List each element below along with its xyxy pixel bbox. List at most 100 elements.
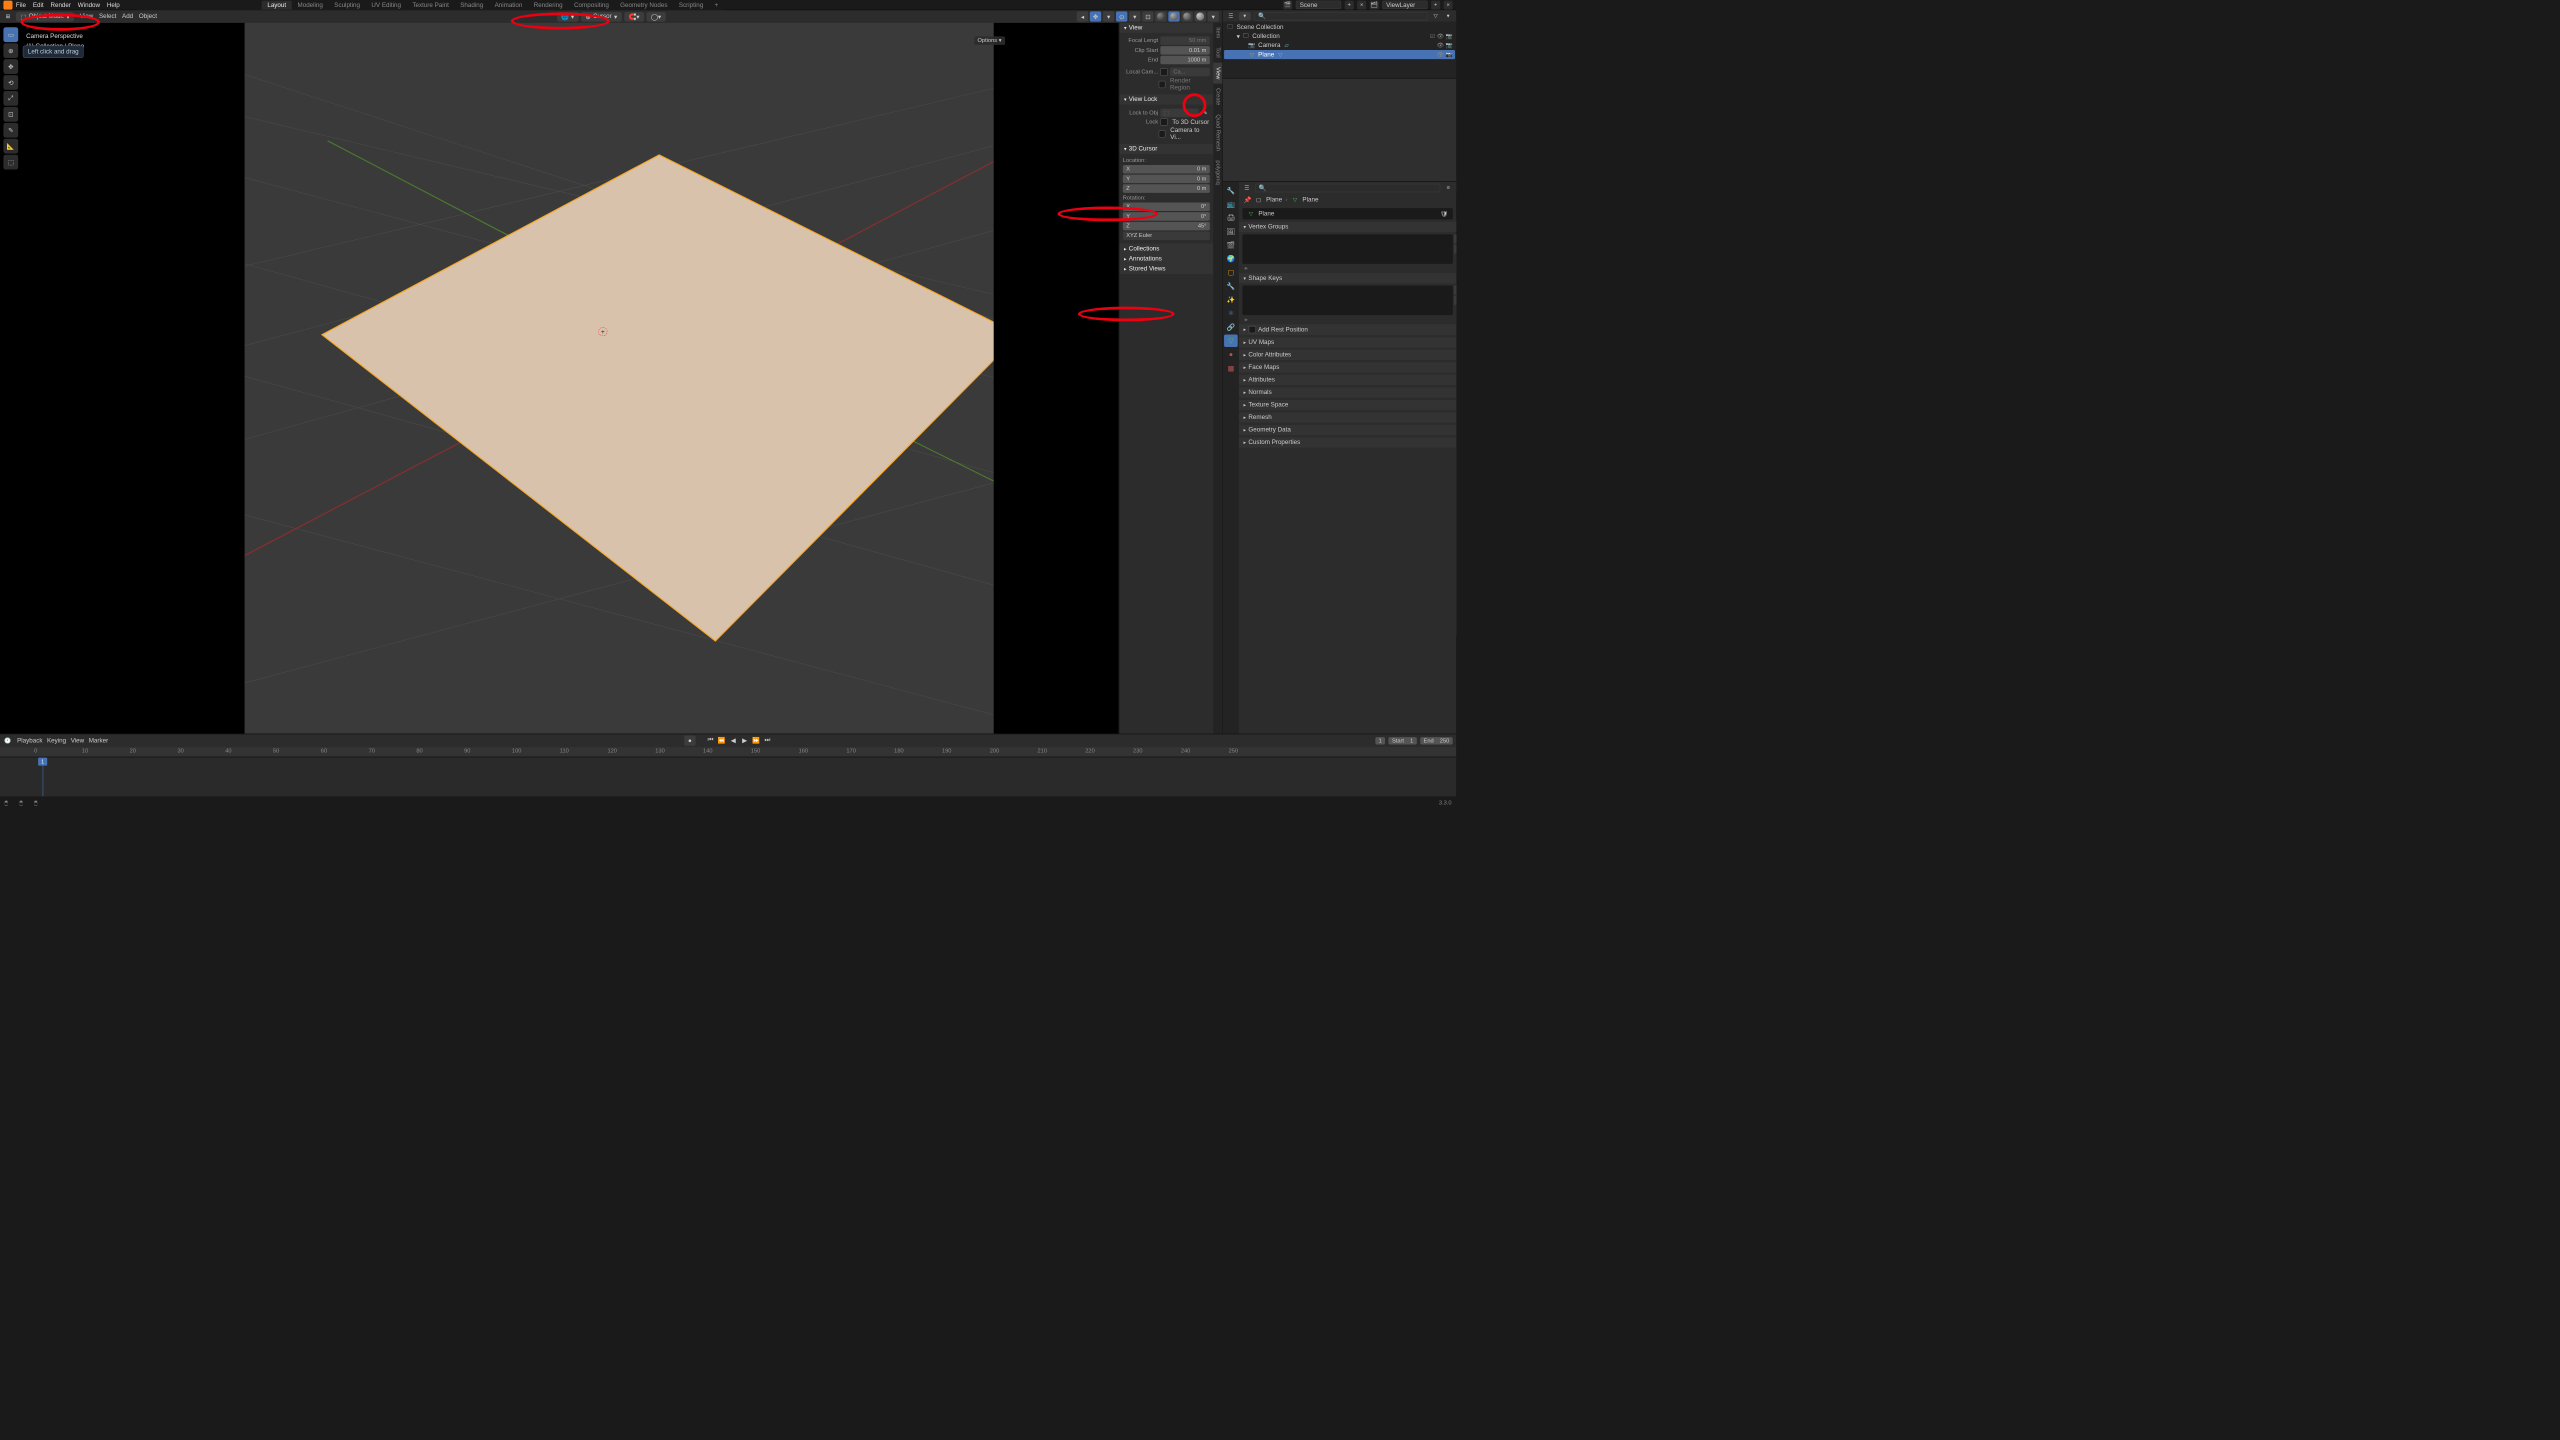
rendered-shading[interactable] [1194,11,1205,21]
xray-toggle[interactable]: ⊡ [1142,11,1153,21]
disable-icon[interactable]: 📷 [1446,33,1453,39]
tree-scene-collection[interactable]: 🗀Scene Collection [1224,23,1455,32]
end-frame-field[interactable]: End 250 [1420,737,1453,744]
proportional-dropdown[interactable]: ◯▾ [646,12,665,22]
vp-menu-add[interactable]: Add [122,13,133,20]
ws-geonodes[interactable]: Geometry Nodes [614,1,673,10]
menu-window[interactable]: Window [78,1,100,8]
tool-measure[interactable]: 📐 [3,139,18,154]
shield-icon[interactable]: 🛡 [1440,210,1448,217]
scene-unlink-icon[interactable]: × [1357,0,1366,9]
cursor-loc-y[interactable]: Y0 m [1123,175,1210,184]
disclosure-icon[interactable]: ▾ [1237,33,1240,40]
hide-icon[interactable]: 👁 [1437,51,1444,57]
ws-shading[interactable]: Shading [455,1,489,10]
proptab-output[interactable]: 🖨 [1224,212,1238,225]
tool-annotate[interactable]: ✎ [3,123,18,138]
overlay-toggle[interactable]: ⊙ [1116,11,1127,21]
ws-compositing[interactable]: Compositing [568,1,614,10]
cursor-loc-x[interactable]: X0 m [1123,165,1210,174]
pivot-dropdown[interactable]: ⊕ Cursor ▾ [581,12,622,22]
remove-icon[interactable]: − [1454,296,1456,305]
ws-layout[interactable]: Layout [262,1,292,10]
collections-panel-header[interactable]: Collections [1119,243,1213,253]
jump-first-icon[interactable]: ⏮ [706,735,715,744]
tree-camera[interactable]: 📷Camera▱👁📷 [1224,41,1455,50]
rotmode-dropdown[interactable]: XYZ Euler [1123,232,1210,241]
proptab-particle[interactable]: ✨ [1224,294,1238,307]
current-frame-field[interactable]: 1 [1375,737,1385,744]
selectability-toggle[interactable]: ◂ [1077,11,1088,21]
ws-scripting[interactable]: Scripting [673,1,709,10]
timeline-ruler[interactable]: 0102030405060708090100110120130140150160… [0,747,1456,757]
properties-options-icon[interactable]: ≡ [1444,183,1453,192]
vp-menu-object[interactable]: Object [139,13,157,20]
cursor-rot-x[interactable]: X0° [1123,202,1210,211]
tool-select-box[interactable]: ▭ [3,27,18,42]
overlay-dropdown[interactable]: ▾ [1129,11,1140,21]
tl-menu-keying[interactable]: Keying [47,737,66,744]
ws-rendering[interactable]: Rendering [528,1,568,10]
orientation-dropdown[interactable]: 🌐 ▾ [557,12,579,22]
proptab-constraint[interactable]: 🔗 [1224,321,1238,334]
proptab-viewlayer[interactable]: 🖼 [1224,225,1238,238]
add-icon[interactable]: + [1454,234,1456,243]
section-normals[interactable]: Normals [1239,387,1456,397]
annotations-panel-header[interactable]: Annotations [1119,254,1213,264]
section-uvmaps[interactable]: UV Maps [1239,337,1456,347]
menu-render[interactable]: Render [50,1,71,8]
start-frame-field[interactable]: Start 1 [1389,737,1417,744]
menu-edit[interactable]: Edit [33,1,44,8]
proptab-world[interactable]: 🌍 [1224,253,1238,266]
editor-type-icon[interactable]: ⊞ [3,12,12,21]
plane-mesh[interactable] [322,155,1019,641]
camtoview-checkbox[interactable] [1159,130,1166,137]
options-dropdown[interactable]: Options▾ [974,36,1005,45]
tool-move[interactable]: ✥ [3,59,18,74]
matprev-shading[interactable] [1181,11,1192,21]
timeline-editor-icon[interactable]: 🕐 [3,736,12,745]
outliner-filter-icon[interactable]: ▽ [1431,11,1440,20]
localcam-field[interactable]: Ca... [1170,68,1210,77]
outliner-newcol-icon[interactable]: ▾ [1444,11,1453,20]
npanel-tab-quadremesh[interactable]: Quad Remesh [1213,110,1222,156]
tool-transform[interactable]: ⊡ [3,107,18,122]
scene-new-icon[interactable]: + [1345,0,1354,9]
play-icon[interactable]: ▶ [740,735,749,744]
app-logo-icon[interactable] [3,0,12,9]
ws-animation[interactable]: Animation [489,1,528,10]
lock3dcursor-checkbox[interactable] [1160,118,1167,125]
viewlock-panel-header[interactable]: View Lock [1119,94,1213,104]
ws-add[interactable]: + [709,1,724,10]
localcam-checkbox[interactable] [1160,68,1167,75]
pin-icon[interactable]: 📌 [1243,196,1251,203]
viewlayer-field[interactable]: ViewLayer [1382,1,1428,10]
tree-plane[interactable]: ▽Plane▽👁📷 [1224,50,1455,59]
breadcrumb-obj[interactable]: Plane [1266,196,1282,203]
viewlayer-new-icon[interactable]: + [1431,0,1440,9]
properties-search[interactable]: 🔍 [1255,183,1440,192]
npanel-tab-view[interactable]: View [1213,62,1222,83]
focal-field[interactable]: 50 mm [1160,36,1209,45]
section-addrest[interactable]: Add Rest Position [1239,324,1456,335]
tool-rotate[interactable]: ⟲ [3,75,18,90]
add-icon[interactable]: + [1454,286,1456,295]
object-name-field[interactable]: ▽Plane🛡 [1242,208,1452,219]
menu-icon[interactable]: ▸ [1245,264,1248,271]
viewlayer-remove-icon[interactable]: × [1444,0,1453,9]
shapekeys-list[interactable]: +−▸ [1242,286,1452,316]
keyframe-prev-icon[interactable]: ⏪ [717,735,726,744]
section-customprops[interactable]: Custom Properties [1239,437,1456,447]
clipstart-field[interactable]: 0.01 m [1160,46,1209,55]
disable-icon[interactable]: 📷 [1446,51,1453,57]
tree-collection[interactable]: ▾🗀Collection☑👁📷 [1224,32,1455,41]
npanel-tab-item[interactable]: Item [1213,23,1222,43]
vp-menu-select[interactable]: Select [99,13,116,20]
tool-cursor[interactable]: ⊕ [3,43,18,58]
tool-addcube[interactable]: ⬚ [3,155,18,170]
storedviews-panel-header[interactable]: Stored Views [1119,264,1213,274]
wireframe-shading[interactable] [1155,11,1166,21]
keyframe-next-icon[interactable]: ⏩ [751,735,760,744]
snap-dropdown[interactable]: 🧲▾ [624,12,644,22]
proptab-modifier[interactable]: 🔧 [1224,280,1238,293]
